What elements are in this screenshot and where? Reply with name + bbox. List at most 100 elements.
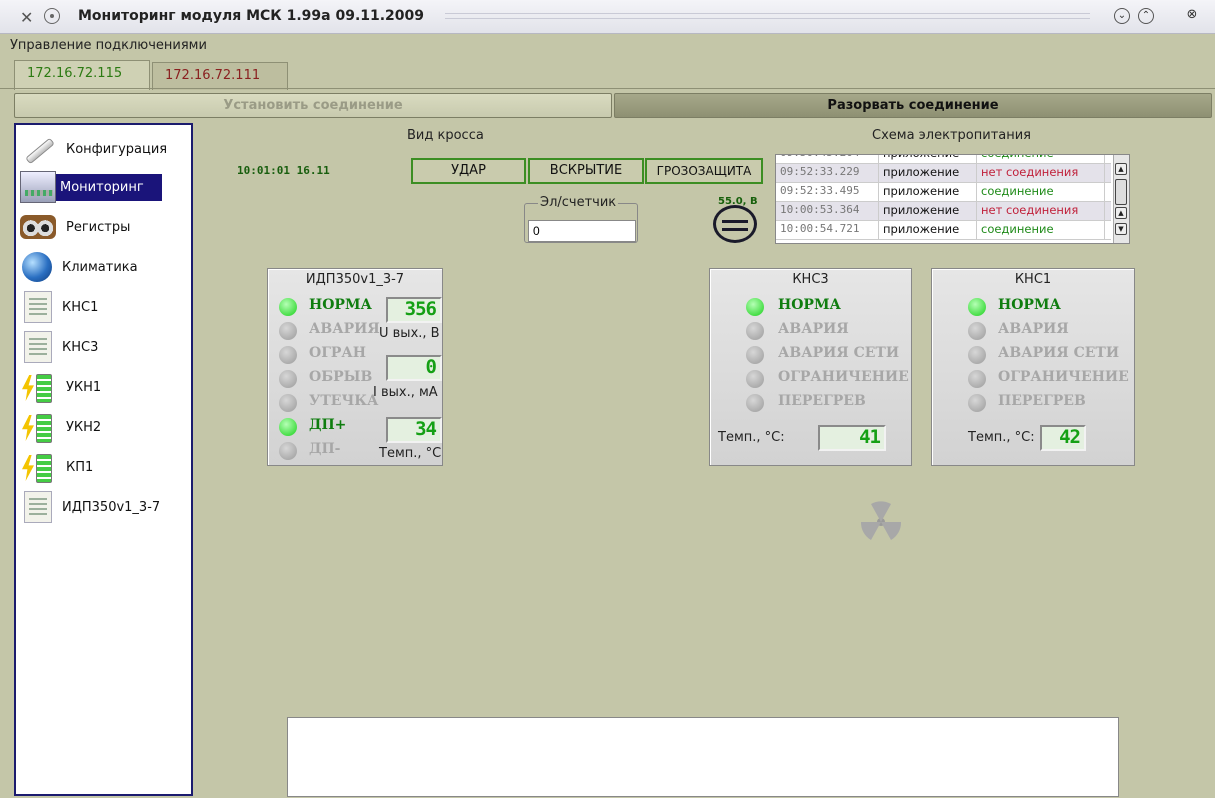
temp-display: 42 [1040,425,1086,451]
minimize-icon[interactable]: ⌄ [1114,8,1130,24]
log-time: 10:00:53.364 [776,202,879,220]
log-status: соединение [977,221,1105,239]
status-label: НОРМА [778,297,841,313]
status-led [746,322,764,340]
cross-opening-button[interactable]: ВСКРЫТИЕ [528,158,644,184]
sidebar-item-label: КНС3 [62,339,99,355]
sidebar-item-configuration[interactable]: Конфигурация [20,131,192,167]
sidebar-item-kp1[interactable]: КП1 [20,449,192,485]
title-bar: ✕ Мониторинг модуля МСК 1.99a 09.11.2009… [0,0,1215,34]
document-icon [24,291,52,323]
window-title: Мониторинг модуля МСК 1.99a 09.11.2009 [78,8,425,24]
battery-icon [20,451,56,483]
temp-label: Темп., °C [379,446,442,461]
sidebar-item-kns3[interactable]: КНС3 [20,329,192,365]
sidebar-item-label: УКН1 [66,379,102,395]
log-status: нет соединения [977,164,1105,182]
log-scrollbar[interactable]: ▲ ▲ ▼ [1113,155,1129,243]
log-source: приложение [879,164,977,182]
status-label: НОРМА [998,297,1061,313]
scroll-up-icon[interactable]: ▲ [1115,207,1127,219]
status-led [746,370,764,388]
i-out-label: I вых., мА [373,385,438,400]
tools-icon[interactable]: ✕ [20,8,33,27]
maximize-icon[interactable]: ⌃ [1138,8,1154,24]
battery-icon [20,371,56,403]
status-led [968,322,986,340]
status-label: АВАРИЯ [778,321,849,337]
power-scheme-title: Схема электропитания [872,128,1032,143]
status-led [746,346,764,364]
temp-label: Темп., °C: [968,430,1035,445]
temp-display: 41 [818,425,886,451]
scroll-up-icon[interactable]: ▲ [1115,163,1127,175]
sidebar-item-label: Регистры [66,219,131,235]
window-menu-icon[interactable] [44,8,60,24]
sidebar-item-label: УКН2 [66,419,102,435]
status-led [968,394,986,412]
sidebar: Конфигурация Мониторинг Регистры Климати… [14,123,193,796]
monitor-icon [20,171,56,203]
counter-input[interactable] [528,220,636,242]
sidebar-item-ukn2[interactable]: УКН2 [20,409,192,445]
log-time: 10:00:54.721 [776,221,879,239]
status-label: ПЕРЕГРЕВ [998,393,1086,409]
status-label: ДП+ [309,417,347,433]
close-icon[interactable]: ⊗ [1184,8,1200,24]
u-out-label: U вых., В [379,326,440,341]
connect-button[interactable]: Установить соединение [14,93,612,118]
menu-connections[interactable]: Управление подключениями [10,38,207,53]
tab-connection-1[interactable]: 172.16.72.115 [14,60,150,90]
log-row: 09:52:33.229 приложение нет соединения [776,164,1111,183]
tab-connection-2[interactable]: 172.16.72.111 [152,62,288,90]
log-time: 09:52:33.495 [776,183,879,201]
log-source: приложение [879,155,977,163]
wrench-icon [20,133,56,165]
status-led [746,394,764,412]
status-led [279,442,297,460]
owl-icon [20,215,56,239]
status-label: АВАРИЯ [998,321,1069,337]
status-label: НОРМА [309,297,372,313]
cross-lightning-button[interactable]: ГРОЗОЗАЩИТА [645,158,763,184]
status-led [968,346,986,364]
log-source: приложение [879,202,977,220]
log-status: соединение [977,155,1105,163]
status-led [746,298,764,316]
sidebar-item-label: КП1 [66,459,94,475]
log-time: 09:50:45.204 [776,155,879,163]
counter-legend: Эл/счетчик [538,195,619,210]
globe-icon [22,252,52,282]
status-label: ОГРАНИЧЕНИЕ [998,369,1129,385]
sidebar-item-idp350[interactable]: ИДП350v1_3-7 [20,489,192,525]
temp-display: 34 [386,417,442,443]
event-log[interactable]: 09:50:45.204 приложение соединение 09:52… [775,154,1130,244]
disconnect-button[interactable]: Разорвать соединение [614,93,1212,118]
kns3-panel: КНС3 НОРМА АВАРИЯ АВАРИЯ СЕТИ ОГРАНИЧЕНИ… [709,268,912,466]
status-led [279,322,297,340]
scroll-down-icon[interactable]: ▼ [1115,223,1127,235]
battery-icon [20,411,56,443]
document-icon [24,331,52,363]
dc-power-icon [713,205,757,243]
tab-divider [0,88,1215,89]
panel-title: КНС1 [1014,272,1052,287]
menu-bar: Управление подключениями [0,34,1215,58]
cross-impact-button[interactable]: УДАР [411,158,526,184]
sidebar-item-kns1[interactable]: КНС1 [20,289,192,325]
sidebar-item-ukn1[interactable]: УКН1 [20,369,192,405]
status-led [279,298,297,316]
status-label: ДП- [309,441,341,457]
sidebar-item-monitoring[interactable]: Мониторинг [20,169,192,205]
log-source: приложение [879,183,977,201]
status-label: АВАРИЯ СЕТИ [778,345,900,361]
log-row: 10:00:53.364 приложение нет соединения [776,202,1111,221]
sidebar-item-climate[interactable]: Климатика [20,249,192,285]
kns1-panel: КНС1 НОРМА АВАРИЯ АВАРИЯ СЕТИ ОГРАНИЧЕНИ… [931,268,1135,466]
log-source: приложение [879,221,977,239]
status-label: ОГРАНИЧЕНИЕ [778,369,909,385]
panel-title: КНС3 [792,272,829,287]
sidebar-item-registers[interactable]: Регистры [20,209,192,245]
status-led [279,346,297,364]
scroll-thumb[interactable] [1115,179,1127,205]
